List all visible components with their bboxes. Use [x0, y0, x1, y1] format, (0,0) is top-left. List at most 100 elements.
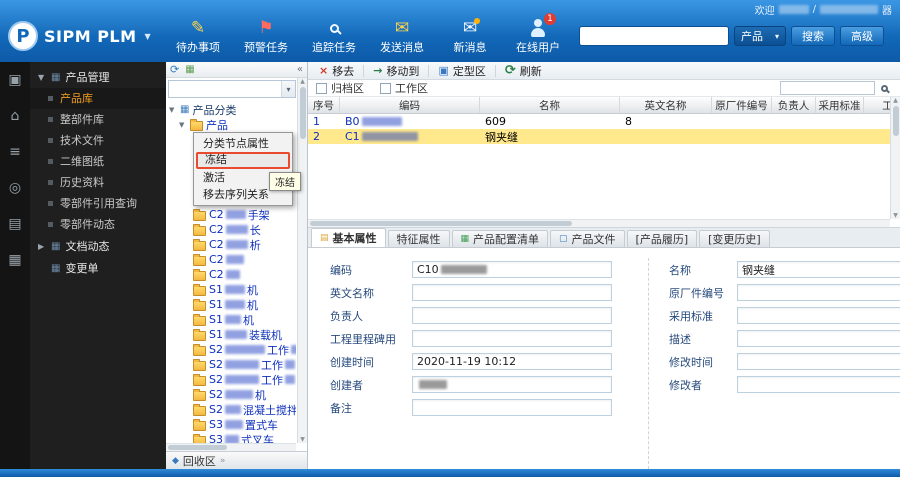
tree-item[interactable]: S3 式叉车	[169, 432, 296, 443]
field-创建者[interactable]	[412, 376, 612, 393]
field-负责人[interactable]	[412, 307, 612, 324]
scrollbar-thumb[interactable]	[310, 221, 572, 226]
chevron-down-icon[interactable]: ▼	[145, 32, 151, 41]
tree-item[interactable]: S1 机	[169, 282, 296, 297]
nav-item-track[interactable]: 追踪任务	[306, 17, 362, 55]
tree-item[interactable]: C2	[169, 252, 296, 267]
tree-item[interactable]: C2 析	[169, 237, 296, 252]
tree-item[interactable]: S1 机	[169, 312, 296, 327]
tree-search-dropdown-icon[interactable]: ▾	[281, 81, 295, 97]
scrollbar-thumb[interactable]	[892, 106, 899, 136]
field-修改者[interactable]	[737, 376, 900, 393]
tree-item[interactable]: S1 机	[169, 297, 296, 312]
field-工程里程碑用[interactable]	[412, 330, 612, 347]
refresh-icon: ⟳	[504, 63, 516, 78]
table-search-input[interactable]	[780, 81, 875, 95]
search-icon[interactable]	[881, 84, 888, 92]
toolbar-button-refresh[interactable]: ⟳ 刷新	[498, 63, 549, 79]
tree-item[interactable]: C2	[169, 267, 296, 282]
sidebar-item[interactable]: 历史资料	[30, 172, 166, 193]
database-icon[interactable]: ≡	[5, 142, 25, 162]
field-名称[interactable]: 钢夹缝	[737, 261, 900, 278]
table-row[interactable]: 2 C1 钢夹缝	[308, 129, 890, 144]
context-menu-item[interactable]: 冻结	[196, 152, 290, 169]
toolbar-button-remove[interactable]: × 移去	[312, 63, 361, 79]
scroll-up-icon[interactable]: ▲	[300, 78, 305, 85]
text-fragment: S3	[209, 433, 223, 443]
tree-item[interactable]: S2 混凝土搅拌车	[169, 402, 296, 417]
tree-item[interactable]: S3 置式车	[169, 417, 296, 432]
toolbar-button-moveto[interactable]: → 移动到	[366, 63, 426, 79]
sidebar-item[interactable]: 技术文件	[30, 130, 166, 151]
tree-root-node[interactable]: ▼ ▦ 产品分类	[169, 102, 296, 117]
scroll-down-icon[interactable]: ▼	[893, 212, 898, 219]
recycle-area-bar[interactable]: ◆ 回收区 »	[166, 451, 307, 469]
sidebar-section-2[interactable]: ▦ 变更单	[30, 257, 166, 279]
sidebar-item[interactable]: 产品库	[30, 88, 166, 109]
keyboard-icon[interactable]: ▦	[5, 250, 25, 270]
field-英文名称[interactable]	[412, 284, 612, 301]
toolbar-button-finalize[interactable]: ▣ 定型区	[431, 63, 492, 79]
tree-item[interactable]: S2 机	[169, 387, 296, 402]
tree-search-input[interactable]	[169, 81, 281, 97]
field-原厂件编号[interactable]	[737, 284, 900, 301]
tree-vertical-scrollbar[interactable]: ▲ ▼	[297, 78, 307, 443]
field-修改时间[interactable]	[737, 353, 900, 370]
nav-item-todo[interactable]: ✎ 待办事项	[170, 17, 226, 55]
sidebar-item[interactable]: 零部件引用查询	[30, 193, 166, 214]
collapse-panel-icon[interactable]: «	[297, 64, 303, 75]
tree-item[interactable]: S2 工作	[169, 342, 296, 357]
search-button[interactable]: 搜索	[791, 26, 835, 46]
layout-icon[interactable]: ▦	[185, 64, 194, 75]
tree-item[interactable]: S2 工作	[169, 372, 296, 387]
advanced-search-button[interactable]: 高级	[840, 26, 884, 46]
home-icon[interactable]: ⌂	[5, 106, 25, 126]
tab-变更历史[interactable]: [变更历史]	[699, 230, 770, 247]
sidebar-item[interactable]: 零部件动态	[30, 214, 166, 235]
field-编码[interactable]: C10	[412, 261, 612, 278]
context-menu-item[interactable]: 分类节点属性	[196, 135, 290, 152]
search-input[interactable]	[578, 26, 729, 46]
sidebar-section-1[interactable]: ▶ ▦ 文档动态	[30, 235, 166, 257]
tree-branch-node[interactable]: ▼ 产品	[169, 117, 296, 132]
scroll-down-icon[interactable]: ▼	[300, 436, 305, 443]
tab-特征属性[interactable]: 特征属性	[387, 230, 450, 247]
tab-基本属性[interactable]: ▤ 基本属性	[311, 228, 386, 247]
nav-item-alert[interactable]: ⚑ 预警任务	[238, 17, 294, 55]
scrollbar-thumb[interactable]	[299, 87, 306, 139]
table-vertical-scrollbar[interactable]: ▲ ▼	[890, 97, 900, 219]
tree-horizontal-scrollbar[interactable]	[166, 443, 296, 451]
nav-item-send[interactable]: ✉ 发送消息	[374, 17, 430, 55]
tab-产品履历[interactable]: [产品履历]	[626, 230, 698, 247]
library-icon[interactable]: ▤	[5, 214, 25, 234]
field-描述[interactable]	[737, 330, 900, 347]
sidebar-item[interactable]: 整部件库	[30, 109, 166, 130]
tree-item[interactable]: C2 长	[169, 222, 296, 237]
sidebar-item[interactable]: 二维图纸	[30, 151, 166, 172]
filter-工作区[interactable]: 工作区	[380, 80, 428, 96]
nav-item-users[interactable]: 1 在线用户	[510, 13, 566, 55]
nav-item-newmsg[interactable]: ✉ 新消息	[442, 17, 498, 55]
tree-item[interactable]: S1 装载机	[169, 327, 296, 342]
tab-产品文件[interactable]: ▢ 产品文件	[550, 230, 625, 247]
scrollbar-thumb[interactable]	[168, 445, 227, 450]
field-备注[interactable]	[412, 399, 612, 416]
tab-产品配置清单[interactable]: ▦ 产品配置清单	[451, 230, 549, 247]
tree-item[interactable]: S2 工作	[169, 357, 296, 372]
chat-icon[interactable]: ▣	[5, 70, 25, 90]
target-icon[interactable]: ◎	[5, 178, 25, 198]
toolbar-button-label: 移动到	[386, 64, 420, 78]
table-row[interactable]: 1 B0 609 8	[308, 114, 890, 129]
sidebar-section-0[interactable]: ▼ ▦ 产品管理	[30, 66, 166, 88]
search-category-select[interactable]: 产品 ▾	[733, 26, 786, 46]
tree-item[interactable]: C2 手架	[169, 207, 296, 222]
field-创建时间[interactable]: 2020-11-19 10:12	[412, 353, 612, 370]
column-header: 采用标准	[816, 97, 864, 113]
filter-归档区[interactable]: 归档区	[316, 80, 364, 96]
refresh-icon[interactable]: ⟳	[170, 63, 179, 76]
scroll-up-icon[interactable]: ▲	[893, 97, 898, 104]
field-采用标准[interactable]	[737, 307, 900, 324]
toolbar-separator	[363, 64, 365, 77]
table-horizontal-scrollbar[interactable]	[308, 219, 890, 227]
app-logo[interactable]: P SIPM PLM ▼	[8, 21, 160, 51]
